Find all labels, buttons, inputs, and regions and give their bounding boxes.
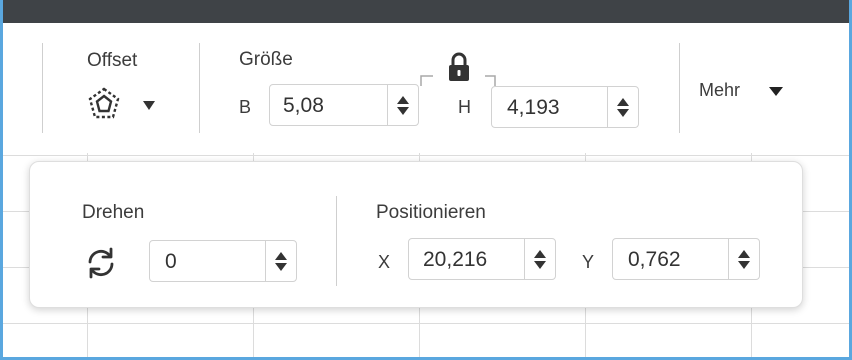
x-position-stepper[interactable] [524,239,555,279]
width-value: 5,08 [283,94,324,117]
stepper-up-icon [275,251,287,260]
rotate-icon [88,247,114,279]
width-stepper[interactable] [387,85,418,125]
rotate-label: Drehen [82,202,145,223]
y-position-stepper[interactable] [728,239,759,279]
toolbar-divider [42,43,43,133]
aspect-lock-button[interactable] [445,51,475,85]
width-label: B [239,97,252,117]
rotate-button[interactable] [84,246,120,282]
stepper-down-icon [617,108,629,117]
height-stepper[interactable] [607,87,638,127]
offset-dropdown-icon [143,101,155,110]
height-label: H [458,97,471,117]
size-label: Größe [239,49,293,70]
offset-button[interactable] [87,86,163,126]
stepper-down-icon [534,260,546,269]
y-position-value: 0,762 [628,248,681,271]
stepper-down-icon [275,262,287,271]
position-label: Positionieren [376,202,486,223]
rotate-field[interactable]: 0 [149,240,297,282]
offset-polygon-icon [88,87,120,119]
height-value: 4,193 [507,96,560,119]
y-label: Y [582,252,595,272]
top-header-bar [3,0,849,23]
rotate-position-popover: Drehen 0 Positionieren X 20,216 Y 0,762 [29,161,803,308]
edit-toolbar: Offset Größe B 5,08 H 4,193 Mehr [3,23,849,153]
more-dropdown-icon [769,87,783,96]
app-frame: Offset Größe B 5,08 H 4,193 Mehr Drehen … [0,0,852,360]
popover-divider [336,196,337,286]
rotate-value: 0 [165,250,177,273]
y-position-field[interactable]: 0,762 [612,238,760,280]
width-field[interactable]: 5,08 [269,84,419,126]
x-label: X [378,252,391,272]
more-label: Mehr [699,80,741,100]
stepper-down-icon [738,260,750,269]
toolbar-divider [199,43,200,133]
stepper-up-icon [534,249,546,258]
stepper-down-icon [397,106,409,115]
lock-icon [449,52,469,81]
stepper-up-icon [397,95,409,104]
offset-label: Offset [87,50,138,71]
stepper-up-icon [617,97,629,106]
more-button[interactable]: Mehr [699,78,799,108]
x-position-value: 20,216 [423,248,488,271]
stepper-up-icon [738,249,750,258]
height-field[interactable]: 4,193 [491,86,639,128]
rotate-stepper[interactable] [265,241,296,281]
x-position-field[interactable]: 20,216 [408,238,556,280]
toolbar-divider [679,43,680,133]
